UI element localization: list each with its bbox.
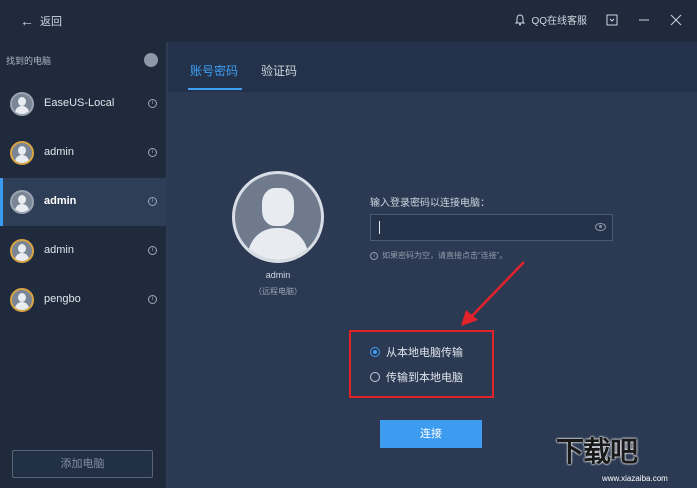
info-icon[interactable]: i <box>148 99 157 108</box>
computer-item-label: EaseUS-Local <box>44 97 115 109</box>
minimize-icon[interactable] <box>637 13 651 27</box>
password-prompt: 输入登录密码以连接电脑： <box>370 198 490 209</box>
computer-item-easeus-local[interactable]: EaseUS-Local i <box>0 80 167 128</box>
radio-button-checked[interactable] <box>370 347 380 357</box>
menu-dropdown-icon[interactable] <box>605 13 619 27</box>
computer-avatar-icon <box>10 288 34 312</box>
password-hint-text: 如果密码为空，请直接点击“连接”。 <box>382 251 508 260</box>
active-tab-indicator <box>188 88 242 90</box>
radio-button[interactable] <box>370 372 380 382</box>
title-bar: ← 返回 QQ在线客服 <box>0 0 697 42</box>
main-panel: 账号密码 验证码 admin （远程电脑） 输入登录密码以连接电脑： i 如果密… <box>168 42 697 488</box>
computer-item-pengbo[interactable]: pengbo i <box>0 276 167 324</box>
remote-computer-name: admin <box>265 270 291 280</box>
tab-verification-code[interactable]: 验证码 <box>261 62 297 79</box>
info-icon: i <box>370 251 378 260</box>
watermark-logo: 下载吧 www.xiazaiba.com <box>556 430 697 488</box>
computer-avatar-icon <box>10 141 34 165</box>
remote-computer-avatar <box>232 171 324 263</box>
annotation-highlight-box <box>349 330 494 398</box>
computer-item-admin-selected[interactable]: admin i <box>0 178 167 226</box>
radio-from-local[interactable]: 从本地电脑传输 <box>370 344 463 360</box>
qq-support-link[interactable]: QQ在线客服 <box>513 12 587 27</box>
info-icon[interactable]: i <box>148 148 157 157</box>
password-hint: i 如果密码为空，请直接点击“连接”。 <box>370 250 507 261</box>
computer-item-label: admin <box>44 146 74 158</box>
computer-avatar-icon <box>10 239 34 263</box>
radio-to-local[interactable]: 传输到本地电脑 <box>370 369 463 385</box>
tab-account-password[interactable]: 账号密码 <box>190 62 238 79</box>
computer-item-admin[interactable]: admin i <box>0 227 167 275</box>
computer-item-label: admin <box>44 195 77 207</box>
window-controls: QQ在线客服 <box>513 12 683 27</box>
info-icon[interactable]: i <box>148 197 157 206</box>
computer-avatar-icon <box>10 92 34 116</box>
refresh-icon[interactable] <box>144 53 158 67</box>
watermark-text: 下载吧 <box>556 436 638 467</box>
back-arrow-icon: ← <box>20 13 34 29</box>
sidebar-title: 找到的电脑 <box>6 56 52 66</box>
info-icon[interactable]: i <box>148 295 157 304</box>
watermark-url: www.xiazaiba.com <box>602 474 668 483</box>
info-icon[interactable]: i <box>148 246 157 255</box>
back-button[interactable]: ← 返回 <box>20 13 62 29</box>
radio-label: 从本地电脑传输 <box>386 347 463 359</box>
close-icon[interactable] <box>669 13 683 27</box>
tab-bar: 账号密码 验证码 <box>168 42 697 92</box>
remote-computer-subtitle: （远程电脑） <box>254 287 302 296</box>
bell-icon <box>513 13 527 27</box>
connect-button[interactable]: 连接 <box>380 420 482 448</box>
show-password-eye-icon[interactable] <box>595 223 606 231</box>
computer-avatar-icon <box>10 190 34 214</box>
password-input[interactable] <box>370 214 613 241</box>
computer-item-label: pengbo <box>44 293 81 305</box>
radio-label: 传输到本地电脑 <box>386 372 463 384</box>
computer-item-label: admin <box>44 244 74 256</box>
qq-support-label: QQ在线客服 <box>531 16 587 27</box>
computer-item-admin[interactable]: admin i <box>0 129 167 177</box>
computer-list-sidebar: 找到的电脑 EaseUS-Local i admin i admin i adm… <box>0 42 167 488</box>
text-cursor <box>379 221 380 234</box>
back-label: 返回 <box>40 16 62 28</box>
add-computer-button[interactable]: 添加电脑 <box>12 450 153 478</box>
